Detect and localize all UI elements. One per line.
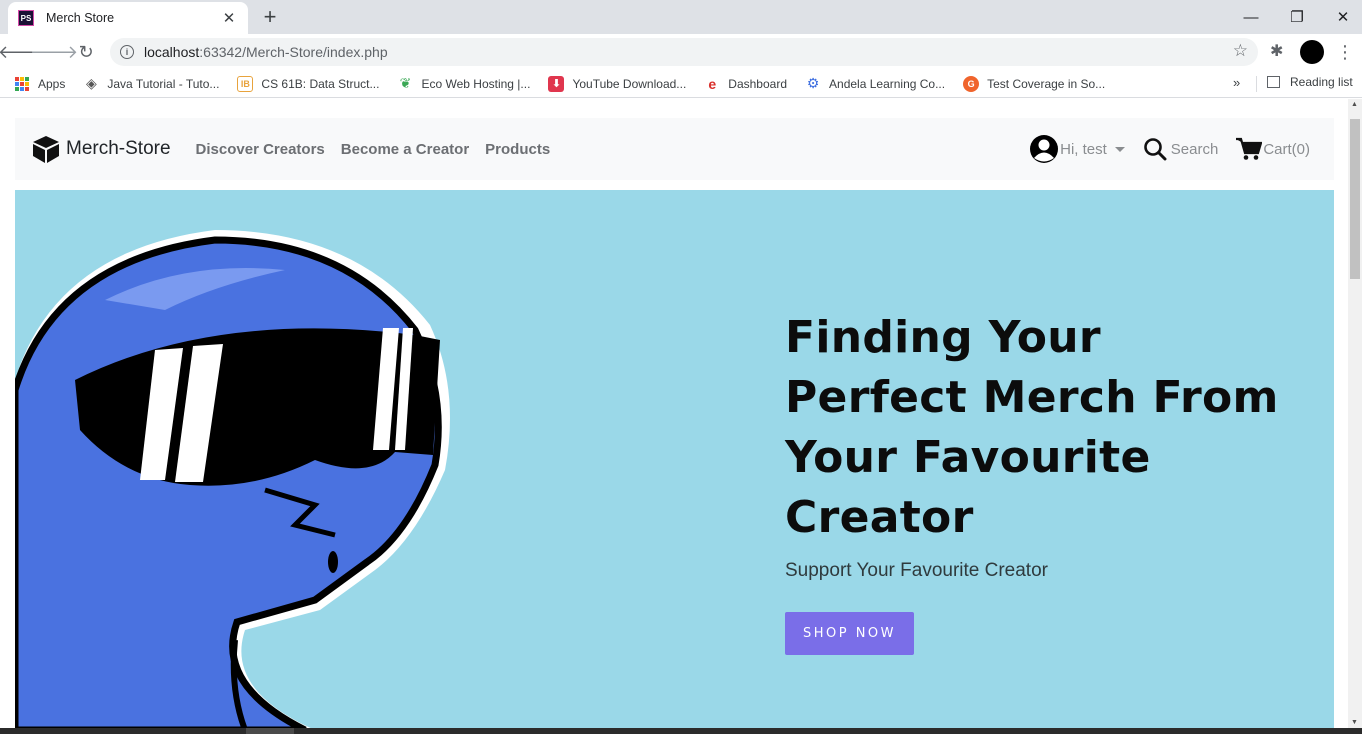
brand-name[interactable]: Merch-Store xyxy=(66,138,171,160)
hero-title-line: Your Favourite xyxy=(785,432,1151,483)
coverage-icon: G xyxy=(963,75,980,92)
bookmark-andela[interactable]: ⚙ Andela Learning Co... xyxy=(805,75,946,92)
bookmark-eco-web-hosting[interactable]: ❦ Eco Web Hosting |... xyxy=(397,75,531,92)
reading-list-button[interactable]: Reading list xyxy=(1267,75,1353,89)
profile-avatar[interactable] xyxy=(1300,40,1324,64)
url-host: localhost xyxy=(144,44,200,60)
hero-text-block: Finding Your Perfect Merch From Your Fav… xyxy=(785,308,1305,655)
browser-tab[interactable]: PS Merch Store ✕ xyxy=(8,2,248,34)
box-logo-icon[interactable] xyxy=(31,134,61,164)
user-avatar-icon[interactable] xyxy=(1029,134,1059,164)
hero-title-line: Finding Your xyxy=(785,312,1101,363)
reading-list-label: Reading list xyxy=(1290,75,1353,89)
bookmark-label: Apps xyxy=(38,76,66,91)
edge-icon: e xyxy=(708,75,717,92)
bookmark-test-coverage[interactable]: G Test Coverage in So... xyxy=(963,75,1106,92)
cart-link[interactable]: Cart(0) xyxy=(1263,141,1310,158)
page-scrollbar[interactable]: ▲ ▼ xyxy=(1348,99,1362,728)
tab-strip: PS Merch Store ✕ + — ❐ ✕ xyxy=(0,0,1362,34)
sunglasses-character-illustration xyxy=(15,230,450,728)
site-info-icon[interactable]: i xyxy=(120,45,134,59)
search-link[interactable]: Search xyxy=(1171,141,1219,158)
hero-banner: Finding Your Perfect Merch From Your Fav… xyxy=(15,190,1334,728)
chevron-down-icon[interactable] xyxy=(1114,146,1125,152)
site-navbar: Merch-Store Discover Creators Become a C… xyxy=(15,118,1334,180)
hero-subtitle: Support Your Favourite Creator xyxy=(785,560,1048,581)
nav-products[interactable]: Products xyxy=(485,141,550,158)
navbar-right: Hi, test Search Cart(0) xyxy=(1029,118,1310,180)
reading-list-icon xyxy=(1267,76,1280,88)
horizontal-scroll-thumb[interactable] xyxy=(246,728,294,734)
phpstorm-favicon-icon: PS xyxy=(18,10,34,26)
horizontal-scrollbar[interactable] xyxy=(0,728,1362,734)
bookmark-label: Java Tutorial - Tuto... xyxy=(107,76,220,91)
address-bar[interactable]: i localhost:63342/Merch-Store/index.php … xyxy=(110,38,1258,66)
apps-grid-icon xyxy=(14,76,30,92)
url-text[interactable]: localhost:63342/Merch-Store/index.php xyxy=(144,44,388,60)
cart-icon[interactable] xyxy=(1236,137,1263,161)
java-icon: ◈ xyxy=(85,75,97,91)
extensions-icon[interactable]: ✱ xyxy=(1270,41,1283,61)
shop-now-button[interactable]: SHOP NOW xyxy=(785,612,914,655)
hero-title: Finding Your Perfect Merch From Your Fav… xyxy=(785,308,1305,548)
download-icon: ⬇ xyxy=(548,75,565,92)
scrollbar-thumb[interactable] xyxy=(1350,119,1360,279)
restore-button[interactable]: ❐ xyxy=(1274,4,1320,30)
minimize-button[interactable]: — xyxy=(1228,4,1274,30)
bookmark-label: CS 61B: Data Struct... xyxy=(261,76,380,91)
more-bookmarks-icon[interactable]: » xyxy=(1233,75,1240,90)
bookmark-label: Test Coverage in So... xyxy=(987,76,1106,91)
bookmark-label: YouTube Download... xyxy=(572,76,687,91)
new-tab-button[interactable]: + xyxy=(258,5,282,29)
andela-icon: ⚙ xyxy=(806,75,820,91)
nav-discover-creators[interactable]: Discover Creators xyxy=(196,141,325,158)
browser-toolbar: 🡐 🡒 ↻ i localhost:63342/Merch-Store/inde… xyxy=(0,34,1362,70)
bookmark-label: Dashboard xyxy=(728,76,788,91)
scroll-down-arrow-icon[interactable]: ▼ xyxy=(1351,719,1358,726)
browser-menu-icon[interactable]: ⋮ xyxy=(1336,40,1354,64)
cs61b-icon: IB xyxy=(237,75,254,92)
scroll-up-arrow-icon[interactable]: ▲ xyxy=(1351,101,1358,108)
page-viewport: Merch-Store Discover Creators Become a C… xyxy=(0,99,1348,728)
tab-title: Merch Store xyxy=(46,11,115,25)
bookmark-dashboard[interactable]: e Dashboard xyxy=(704,76,787,92)
bookmark-label: Eco Web Hosting |... xyxy=(421,76,531,91)
forward-button[interactable]: 🡒 xyxy=(30,40,78,64)
reload-button[interactable]: ↻ xyxy=(74,40,98,64)
user-dropdown[interactable]: Hi, test xyxy=(1060,141,1107,158)
bookmark-apps[interactable]: Apps xyxy=(14,76,65,92)
url-path: :63342/Merch-Store/index.php xyxy=(199,44,388,60)
nav-become-creator[interactable]: Become a Creator xyxy=(341,141,469,158)
bookmark-youtube-download[interactable]: ⬇ YouTube Download... xyxy=(548,75,687,92)
bookmark-star-icon[interactable]: ☆ xyxy=(1233,41,1248,61)
leaf-icon: ❦ xyxy=(399,75,412,91)
close-tab-icon[interactable]: ✕ xyxy=(220,9,238,27)
bookmarks-divider xyxy=(1256,76,1257,92)
search-icon[interactable] xyxy=(1143,137,1167,161)
bookmark-cs61b[interactable]: IB CS 61B: Data Struct... xyxy=(237,75,380,92)
hero-title-line: Creator xyxy=(785,492,974,543)
bookmark-label: Andela Learning Co... xyxy=(829,76,946,91)
bookmarks-bar: Apps ◈ Java Tutorial - Tuto... IB CS 61B… xyxy=(0,70,1362,98)
hero-title-line: Perfect Merch From xyxy=(785,372,1279,423)
close-window-button[interactable]: ✕ xyxy=(1320,4,1362,30)
bookmark-java-tutorial[interactable]: ◈ Java Tutorial - Tuto... xyxy=(83,75,220,92)
